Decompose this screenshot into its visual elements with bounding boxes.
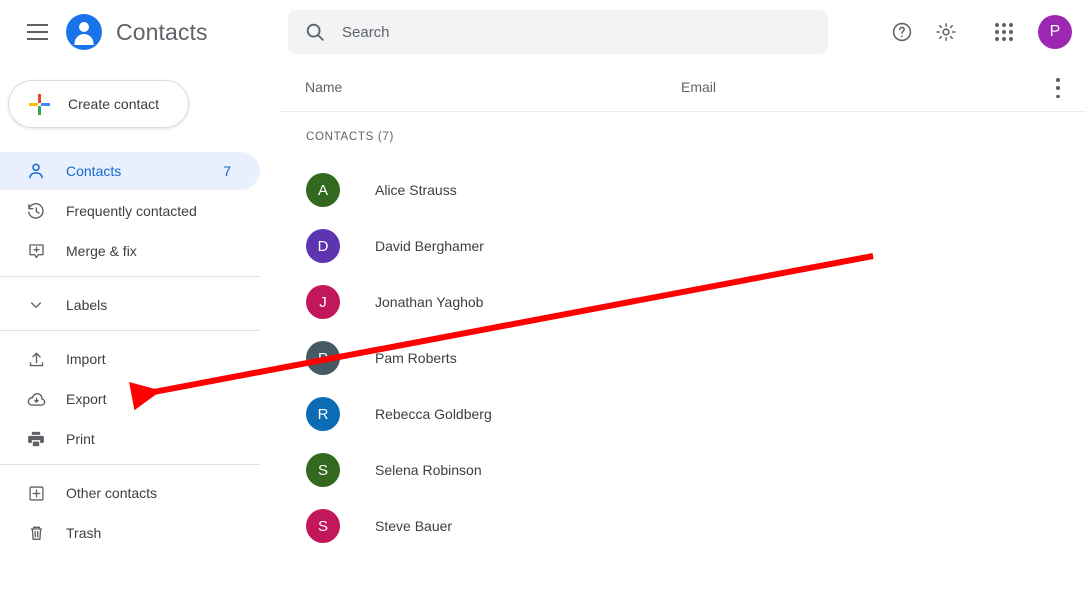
chevron-down-icon [22, 297, 50, 313]
create-contact-button[interactable]: Create contact [8, 80, 189, 128]
avatar[interactable]: S [306, 453, 340, 487]
page-title: Contacts [116, 19, 208, 46]
sidebar-item-export[interactable]: Export [0, 380, 260, 418]
contacts-person-logo-icon [66, 14, 102, 50]
contacts-table-header: Name Email [280, 64, 1086, 112]
contact-name: Alice Strauss [375, 182, 705, 198]
sidebar-item-labels[interactable]: Labels [0, 286, 260, 324]
sidebar-item-print[interactable]: Print [0, 420, 260, 458]
create-contact-label: Create contact [68, 96, 159, 112]
trash-icon [22, 524, 50, 543]
app-brand[interactable]: Contacts [66, 14, 208, 50]
sidebar-item-label: Print [66, 431, 95, 447]
search-bar[interactable] [288, 10, 828, 54]
sidebar-item-label: Export [66, 391, 106, 407]
sidebar-item-label: Frequently contacted [66, 203, 197, 219]
column-header-email[interactable]: Email [681, 79, 716, 95]
sidebar-item-label: Merge & fix [66, 243, 137, 259]
table-row[interactable]: J Jonathan Yaghob [280, 274, 1086, 330]
table-row[interactable]: S Selena Robinson [280, 442, 1086, 498]
contact-name: Selena Robinson [375, 462, 705, 478]
history-clock-icon [22, 201, 50, 221]
section-label-contacts-count: CONTACTS (7) [306, 131, 394, 143]
merge-fix-icon [22, 242, 50, 261]
contacts-app-window: Contacts [0, 0, 1086, 593]
sidebar-divider-2 [0, 330, 260, 331]
google-plus-icon [29, 94, 50, 115]
top-app-bar: Contacts [0, 0, 1086, 64]
sidebar-item-label: Trash [66, 525, 101, 541]
sidebar-item-frequently-contacted[interactable]: Frequently contacted [0, 192, 260, 230]
sidebar-item-label: Other contacts [66, 485, 157, 501]
topbar-actions: P [880, 10, 1072, 54]
other-contacts-icon [22, 484, 50, 503]
contact-name: Jonathan Yaghob [375, 294, 705, 310]
sidebar-item-label: Import [66, 351, 106, 367]
upload-icon [22, 350, 50, 369]
search-input[interactable] [342, 11, 812, 53]
avatar[interactable]: A [306, 173, 340, 207]
contact-name: Steve Bauer [375, 518, 705, 534]
contacts-main-panel: Name Email CONTACTS (7) AAlice StraussDD… [280, 64, 1086, 593]
gear-icon[interactable] [924, 10, 968, 54]
contact-name: Pam Roberts [375, 350, 705, 366]
sidebar-item-label: Contacts [66, 163, 121, 179]
sidebar-divider-1 [0, 276, 260, 277]
google-apps-grid-icon[interactable] [982, 10, 1026, 54]
hamburger-icon[interactable] [22, 17, 52, 47]
contacts-count-badge: 7 [223, 163, 231, 179]
sidebar-item-trash[interactable]: Trash [0, 514, 260, 552]
help-circle-icon[interactable] [880, 10, 924, 54]
person-outline-icon [22, 161, 50, 181]
table-row[interactable]: P Pam Roberts [280, 330, 1086, 386]
avatar[interactable]: P [1038, 15, 1072, 49]
avatar[interactable]: P [306, 341, 340, 375]
sidebar: Create contact Contacts 7 Frequently [0, 64, 280, 593]
avatar[interactable]: J [306, 285, 340, 319]
contact-name: David Berghamer [375, 238, 705, 254]
column-header-name[interactable]: Name [305, 79, 342, 95]
sidebar-divider-3 [0, 464, 260, 465]
printer-icon [22, 429, 50, 449]
avatar[interactable]: D [306, 229, 340, 263]
table-row[interactable]: R Rebecca Goldberg [280, 386, 1086, 442]
table-row[interactable]: S Steve Bauer [280, 498, 1086, 554]
avatar[interactable]: S [306, 509, 340, 543]
kebab-menu-icon[interactable] [1056, 78, 1060, 98]
avatar[interactable]: R [306, 397, 340, 431]
sidebar-item-other-contacts[interactable]: Other contacts [0, 474, 260, 512]
table-row[interactable]: A Alice Strauss [280, 162, 1086, 218]
cloud-download-icon [22, 389, 50, 410]
search-icon [288, 10, 342, 54]
sidebar-item-label: Labels [66, 297, 107, 313]
table-row[interactable]: D David Berghamer [280, 218, 1086, 274]
sidebar-item-contacts[interactable]: Contacts 7 [0, 152, 260, 190]
sidebar-item-merge-and-fix[interactable]: Merge & fix [0, 232, 260, 270]
contacts-list: A Alice Strauss D David Berghamer J Jonathan … [280, 162, 1086, 554]
sidebar-item-import[interactable]: Import [0, 340, 260, 378]
contact-name: Rebecca Goldberg [375, 406, 705, 422]
